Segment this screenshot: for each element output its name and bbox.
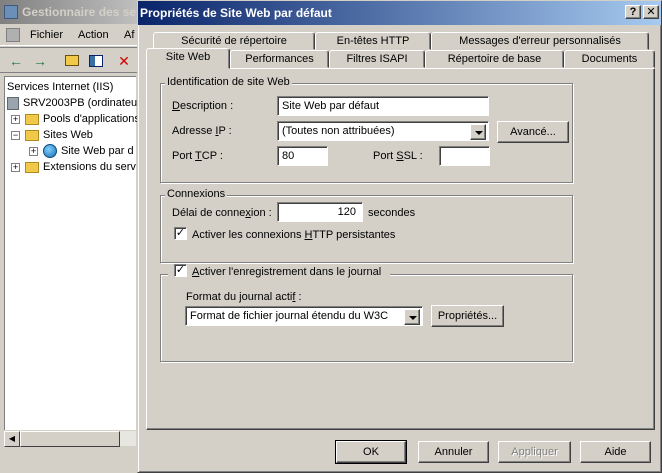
scroll-thumb[interactable] — [20, 431, 120, 447]
site-properties-dialog: Propriétés de Site Web par défaut ? ✕ Sé… — [137, 0, 662, 473]
checkmark-icon: ✓ — [175, 227, 186, 239]
checkmark-icon: ✓ — [175, 264, 186, 276]
timeout-input[interactable]: 120 — [277, 202, 363, 222]
mmc-document-icon[interactable] — [6, 28, 20, 42]
log-format-label: Format du journal actif : — [186, 291, 302, 303]
iis-manager-app-icon — [4, 5, 18, 19]
server-icon — [7, 96, 19, 110]
menu-affichage[interactable]: Af — [124, 29, 134, 41]
tree-item-extensions[interactable]: Extensions du serv — [25, 159, 136, 175]
cancel-button[interactable]: Annuler — [418, 441, 489, 463]
group-identification-legend: Identification de site Web — [165, 76, 292, 88]
expand-plus-icon[interactable]: + — [29, 147, 38, 156]
log-format-select[interactable]: Format de fichier journal étendu du W3C — [185, 306, 423, 326]
tab-panel-site-web: Identification de site Web Description :… — [146, 68, 655, 430]
group-connexions-legend: Connexions — [165, 188, 228, 200]
keepalive-checkbox[interactable]: ✓ — [174, 227, 187, 240]
help-question-icon[interactable]: ? — [625, 5, 641, 19]
up-folder-icon[interactable] — [62, 51, 82, 71]
dialog-title: Propriétés de Site Web par défaut — [140, 6, 332, 20]
tree-item-server[interactable]: SRV2003PB (ordinateu — [7, 95, 137, 111]
description-input[interactable]: Site Web par défaut — [277, 96, 489, 116]
iis-tree-view[interactable]: Services Internet (IIS) SRV2003PB (ordin… — [4, 76, 140, 446]
tab-repertoire-base[interactable]: Répertoire de base — [425, 50, 564, 68]
iis-manager-toolbar: ← → ✕ — [0, 47, 140, 73]
description-label: Description : — [172, 100, 234, 112]
timeout-unit: secondes — [368, 207, 416, 219]
ssl-port-input[interactable] — [439, 146, 490, 166]
iis-manager-menubar: Fichier Action Af — [0, 24, 140, 46]
log-format-value: Format de fichier journal étendu du W3C — [190, 310, 389, 322]
folder-icon — [25, 161, 39, 173]
expand-plus-icon[interactable]: + — [11, 115, 20, 124]
collapse-minus-icon[interactable]: − — [11, 131, 20, 140]
tree-item-iis-root[interactable]: Services Internet (IIS) — [7, 79, 113, 95]
tab-messages-erreur[interactable]: Messages d'erreur personnalisés — [431, 32, 649, 50]
close-icon[interactable]: ✕ — [643, 5, 659, 19]
keepalive-label[interactable]: Activer les connexions HTTP persistantes — [192, 229, 395, 241]
chevron-down-icon[interactable] — [404, 309, 420, 325]
ip-address-label: Adresse IP : — [172, 125, 232, 137]
ip-address-value: (Toutes non attribuées) — [282, 125, 395, 137]
back-arrow-icon[interactable]: ← — [6, 51, 26, 71]
tree-item-sites-web[interactable]: Sites Web — [25, 127, 93, 143]
forward-arrow-icon[interactable]: → — [30, 51, 50, 71]
chevron-down-icon[interactable] — [470, 124, 486, 140]
expand-plus-icon[interactable]: + — [11, 163, 20, 172]
tab-performances[interactable]: Performances — [230, 50, 329, 68]
advanced-button[interactable]: Avancé... — [497, 121, 569, 143]
enable-logging-checkbox[interactable]: ✓ — [174, 264, 187, 277]
tab-filtres-isapi[interactable]: Filtres ISAPI — [329, 50, 425, 68]
iis-manager-titlebar: Gestionnaire des se — [0, 0, 140, 24]
folder-icon — [25, 113, 39, 125]
iis-manager-title: Gestionnaire des se — [22, 5, 137, 19]
ip-address-select[interactable]: (Toutes non attribuées) — [277, 121, 489, 141]
log-properties-button[interactable]: Propriétés... — [431, 305, 504, 327]
globe-icon — [43, 144, 57, 159]
delete-icon[interactable]: ✕ — [114, 51, 134, 71]
enable-logging-label[interactable]: Activer l'enregistrement dans le journal — [192, 266, 381, 278]
tree-item-default-site[interactable]: Site Web par d — [43, 143, 134, 159]
ok-button[interactable]: OK — [335, 440, 407, 464]
tab-en-tetes-http[interactable]: En-têtes HTTP — [315, 32, 431, 50]
menu-action[interactable]: Action — [78, 29, 109, 41]
ssl-port-label: Port SSL : — [373, 150, 423, 162]
apply-button[interactable]: Appliquer — [498, 441, 571, 463]
menu-fichier[interactable]: Fichier — [30, 29, 63, 41]
show-hide-tree-icon[interactable] — [86, 51, 106, 71]
dialog-titlebar[interactable]: Propriétés de Site Web par défaut ? ✕ — [138, 1, 661, 25]
tree-horizontal-scrollbar[interactable]: ◀ — [4, 430, 136, 447]
tab-site-web[interactable]: Site Web — [146, 48, 230, 69]
tree-item-app-pools[interactable]: Pools d'applications — [25, 111, 140, 127]
tcp-port-input[interactable]: 80 — [277, 146, 328, 166]
scroll-left-icon[interactable]: ◀ — [4, 431, 20, 447]
folder-icon — [25, 129, 39, 141]
tcp-port-label: Port TCP : — [172, 150, 223, 162]
help-button[interactable]: Aide — [580, 441, 651, 463]
tab-documents[interactable]: Documents — [564, 50, 655, 68]
iis-manager-window: Gestionnaire des se Fichier Action Af ← … — [0, 0, 140, 473]
timeout-label: Délai de connexion : — [172, 207, 272, 219]
